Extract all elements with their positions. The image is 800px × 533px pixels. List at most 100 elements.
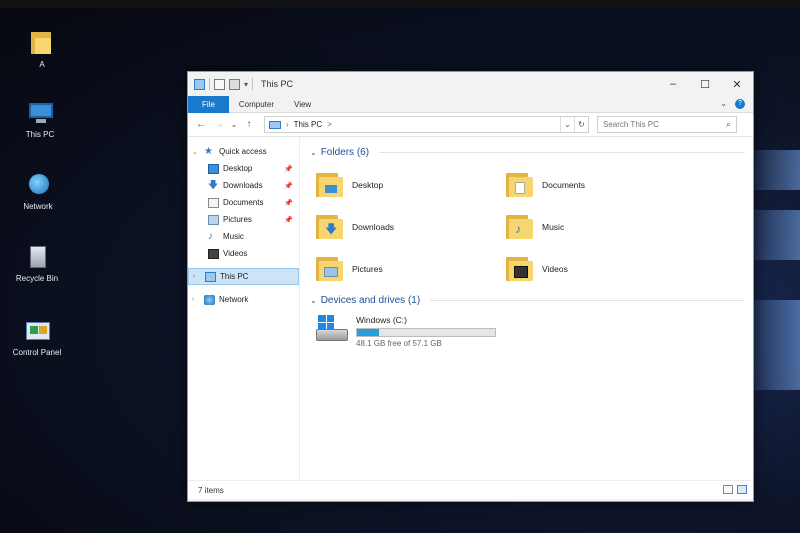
drives-group-header[interactable]: ⌄ Devices and drives (1): [310, 291, 753, 309]
maximize-button[interactable]: ☐: [689, 72, 721, 96]
group-divider: [379, 151, 745, 153]
tab-view[interactable]: View: [284, 96, 321, 113]
hard-drive-icon: [316, 315, 350, 345]
nav-item-pictures[interactable]: Pictures 📌: [188, 211, 299, 228]
nav-item-label: Pictures: [223, 215, 252, 224]
desktop-icon-this-pc[interactable]: This PC: [8, 100, 72, 140]
title-bar[interactable]: ▾ This PC – ☐ ✕: [188, 72, 753, 96]
customize-toolbar-icon[interactable]: ▾: [244, 80, 248, 89]
video-icon: [208, 248, 219, 259]
details-view-icon[interactable]: [723, 485, 733, 494]
drive-windows-c[interactable]: Windows (C:) 48.1 GB free of 57.1 GB: [310, 309, 753, 348]
folder-documents[interactable]: Documents: [506, 167, 696, 203]
folder-pictures[interactable]: Pictures: [316, 251, 506, 287]
star-icon: ★: [204, 145, 213, 157]
search-icon[interactable]: ⌕: [726, 117, 731, 132]
folder-label: Videos: [542, 264, 568, 274]
desktop-icon: [208, 163, 219, 174]
nav-item-this-pc[interactable]: › This PC: [188, 268, 299, 285]
nav-item-videos[interactable]: Videos: [188, 245, 299, 262]
folder-label: Documents: [542, 180, 585, 190]
folders-group-header[interactable]: ⌄ Folders (6): [310, 143, 753, 161]
ribbon-right-controls: ⌄ ?: [720, 99, 745, 109]
desktop-icon-user-folder[interactable]: A: [10, 30, 74, 70]
desktop-icon-recycle-bin[interactable]: Recycle Bin: [5, 244, 69, 284]
collapse-chevron-icon[interactable]: ⌄: [192, 148, 200, 156]
recycle-bin-icon: [24, 244, 50, 270]
drive-info: Windows (C:) 48.1 GB free of 57.1 GB: [356, 315, 496, 348]
minimize-button[interactable]: –: [657, 72, 689, 96]
folder-label: Music: [542, 222, 565, 232]
tab-computer[interactable]: Computer: [229, 96, 284, 113]
documents-folder-icon: [506, 171, 536, 199]
search-input[interactable]: Search This PC ⌕: [597, 116, 737, 133]
new-folder-icon[interactable]: [229, 78, 240, 90]
nav-quick-access[interactable]: ⌄ ★ Quick access: [188, 143, 299, 160]
status-bar: 7 items: [188, 480, 753, 499]
document-icon: [208, 197, 219, 208]
expand-chevron-icon[interactable]: ›: [193, 273, 201, 280]
computer-icon[interactable]: [194, 78, 205, 90]
explorer-body: ⌄ ★ Quick access Desktop 📌 🡇 Downloads 📌…: [188, 137, 753, 480]
folder-downloads[interactable]: 🡇 Downloads: [316, 209, 506, 245]
network-globe-icon: [25, 172, 51, 198]
nav-item-label: Network: [219, 295, 249, 304]
nav-item-label: This PC: [220, 272, 249, 281]
breadcrumb-chevron[interactable]: >: [327, 120, 332, 129]
properties-icon[interactable]: [214, 78, 225, 90]
picture-icon: [208, 214, 219, 225]
nav-item-desktop[interactable]: Desktop 📌: [188, 160, 299, 177]
music-note-icon: ♪: [208, 230, 213, 242]
desktop-icon-control-panel[interactable]: Control Panel: [5, 318, 69, 358]
window-controls: – ☐ ✕: [657, 72, 753, 96]
back-button[interactable]: ←: [194, 119, 208, 130]
nav-item-network[interactable]: › Network: [188, 291, 299, 308]
navigation-pane[interactable]: ⌄ ★ Quick access Desktop 📌 🡇 Downloads 📌…: [188, 137, 300, 480]
address-dropdown-button[interactable]: ⌄: [560, 117, 574, 132]
nav-item-documents[interactable]: Documents 📌: [188, 194, 299, 211]
forward-button[interactable]: →: [212, 119, 226, 130]
window-title: This PC: [261, 79, 294, 89]
collapse-chevron-icon[interactable]: ⌄: [310, 148, 317, 157]
folder-videos[interactable]: Videos: [506, 251, 696, 287]
downloads-folder-icon: 🡇: [316, 213, 346, 241]
close-button[interactable]: ✕: [721, 72, 753, 96]
pin-icon[interactable]: 📌: [284, 165, 293, 173]
breadcrumb-this-pc[interactable]: This PC: [294, 120, 322, 129]
network-icon: [204, 294, 215, 305]
nav-item-downloads[interactable]: 🡇 Downloads 📌: [188, 177, 299, 194]
folder-icon: [29, 30, 55, 56]
drive-usage-bar: [356, 328, 496, 337]
computer-icon: [205, 271, 216, 282]
windows-logo-icon: [318, 315, 334, 329]
help-icon[interactable]: ?: [735, 99, 745, 109]
pin-icon[interactable]: 📌: [284, 216, 293, 224]
up-button[interactable]: ↑: [242, 119, 256, 130]
folder-desktop[interactable]: Desktop: [316, 167, 506, 203]
nav-item-music[interactable]: ♪ Music: [188, 228, 299, 245]
folder-label: Desktop: [352, 180, 384, 190]
expand-ribbon-icon[interactable]: ⌄: [720, 99, 727, 109]
large-icons-view-icon[interactable]: [737, 485, 747, 494]
tab-file[interactable]: File: [188, 95, 229, 113]
pictures-folder-icon: [316, 255, 346, 283]
pin-icon[interactable]: 📌: [284, 182, 293, 190]
collapse-chevron-icon[interactable]: ⌄: [310, 296, 317, 305]
ribbon-tabs: File Computer View ⌄ ?: [188, 95, 753, 113]
recent-locations-button[interactable]: ⌄: [230, 120, 238, 129]
expand-chevron-icon[interactable]: ›: [192, 296, 200, 303]
group-divider: [430, 299, 745, 301]
toolbar-divider: [209, 78, 210, 90]
toolbar-divider: [252, 78, 254, 90]
address-bar[interactable]: › This PC > ⌄ ↻: [264, 116, 589, 133]
folder-music[interactable]: ♪ Music: [506, 209, 696, 245]
folders-grid: Desktop Documents 🡇 Downloads ♪ Music Pi…: [310, 161, 753, 287]
content-pane[interactable]: ⌄ Folders (6) Desktop Documents 🡇 Downlo…: [300, 137, 753, 480]
desktop-icon-network[interactable]: Network: [6, 172, 70, 212]
item-count: 7 items: [198, 485, 224, 495]
breadcrumb-separator-icon[interactable]: ›: [286, 120, 289, 129]
nav-item-label: Desktop: [223, 164, 253, 173]
drive-usage-fill: [357, 329, 380, 336]
pin-icon[interactable]: 📌: [284, 199, 293, 207]
refresh-button[interactable]: ↻: [574, 117, 588, 132]
